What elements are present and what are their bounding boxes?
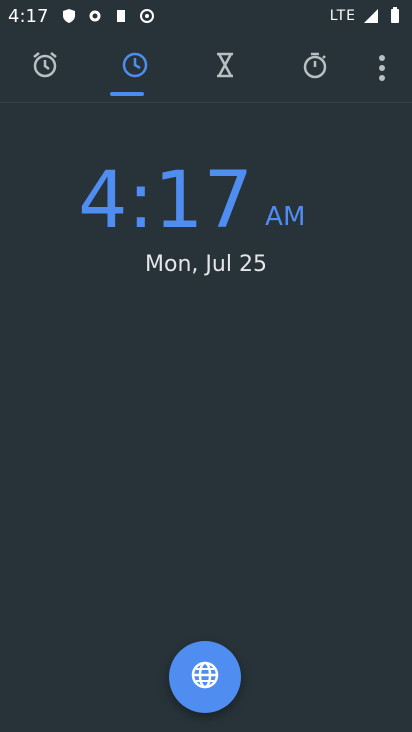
overflow-menu-button[interactable] — [362, 40, 402, 100]
digital-clock: 4:17 AM — [78, 150, 348, 240]
shield-icon — [60, 7, 78, 25]
alarm-tab[interactable] — [0, 32, 90, 102]
sd-card-icon — [112, 7, 130, 25]
tab-divider — [0, 102, 412, 103]
clock-date: Mon, Jul 25 — [145, 252, 267, 277]
clock-time: 4:17 — [78, 156, 254, 246]
network-label: LTE — [329, 8, 356, 24]
more-vert-icon — [378, 54, 386, 86]
hourglass-icon — [210, 50, 240, 84]
signal-icon — [362, 7, 380, 25]
world-clock-button[interactable] — [169, 641, 241, 713]
globe-icon — [188, 658, 222, 696]
stopwatch-tab[interactable] — [270, 32, 360, 102]
stopwatch-icon — [300, 50, 330, 84]
status-time: 4:17 — [8, 5, 49, 27]
status-left-icons — [60, 7, 156, 25]
clock-icon — [120, 50, 150, 84]
battery-icon — [386, 7, 404, 25]
timer-tab[interactable] — [180, 32, 270, 102]
gear-icon — [86, 7, 104, 25]
target-icon — [138, 7, 156, 25]
tab-bar — [0, 32, 412, 102]
clock-ampm: AM — [265, 202, 306, 232]
status-right: LTE — [330, 7, 404, 25]
alarm-icon — [30, 50, 60, 84]
clock-tab[interactable] — [90, 32, 180, 102]
status-bar: 4:17 LTE — [0, 0, 412, 32]
active-tab-indicator — [110, 92, 144, 96]
